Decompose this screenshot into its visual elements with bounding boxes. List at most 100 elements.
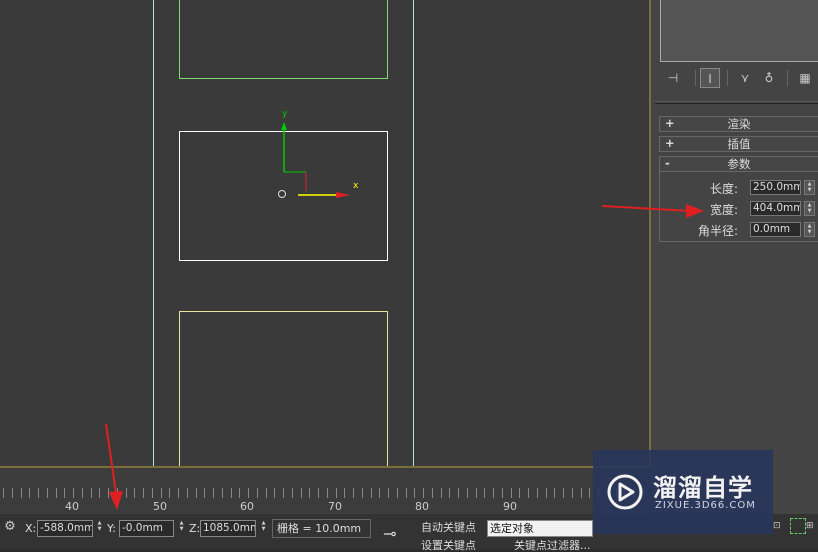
timeline-tick: [187, 488, 188, 498]
y-coord-field[interactable]: -0.0mm: [119, 520, 174, 537]
timeline-tick: [379, 488, 380, 498]
length-label: 长度:: [710, 182, 739, 196]
timeline-tick: [134, 488, 135, 498]
timeline-tick: [196, 488, 197, 498]
length-spinner[interactable]: ▲ ▼: [804, 180, 815, 195]
timeline-tick: [204, 488, 205, 498]
timeline-tick: [432, 488, 433, 498]
tick-label: 60: [240, 500, 254, 513]
pin-stack-icon[interactable]: ⊣: [663, 68, 683, 88]
timeline-tick: [117, 488, 118, 498]
timeline-tick: [502, 488, 503, 498]
timeline-tick: [528, 488, 529, 498]
gizmo-x-label: x: [353, 181, 359, 191]
make-unique-icon[interactable]: ⋎: [735, 68, 755, 88]
rollout-rendering[interactable]: + 渲染: [659, 116, 818, 132]
timeline-tick: [493, 488, 494, 498]
y-coord-label: Y:: [107, 522, 116, 535]
timeline-tick: [572, 488, 573, 498]
timeline-tick: [467, 488, 468, 498]
x-coord-label: X:: [25, 522, 37, 535]
timeline-tick: [423, 488, 424, 498]
timeline-tick: [458, 488, 459, 498]
z-coord-field[interactable]: 1085.0mm: [200, 520, 256, 537]
timeline-tick: [143, 488, 144, 498]
timeline-tick: [519, 488, 520, 498]
timeline-tick: [344, 488, 345, 498]
timeline-tick: [56, 488, 57, 498]
timeline-tick: [414, 488, 415, 498]
timeline-tick: [336, 488, 337, 498]
rollout-parameters[interactable]: - 参数: [659, 156, 818, 172]
timeline-tick: [309, 488, 310, 498]
timeline-tick: [222, 488, 223, 498]
panel-divider-shadow: [655, 103, 818, 104]
set-key-button[interactable]: 设置关键点: [418, 540, 484, 552]
rollout-title: 参数: [727, 157, 751, 171]
timeline-tick: [248, 488, 249, 498]
width-field[interactable]: 404.0mm: [750, 201, 801, 216]
timeline-tick: [64, 488, 65, 498]
timeline-tick: [21, 488, 22, 498]
timeline-tick: [231, 488, 232, 498]
timeline-tick: [82, 488, 83, 498]
corner-radius-field[interactable]: 0.0mm: [750, 222, 801, 237]
timeline-tick: [257, 488, 258, 498]
zoom-extents-all-icon[interactable]: [790, 518, 806, 534]
absolute-mode-transform-icon[interactable]: ⚙: [2, 519, 18, 535]
timeline-tick: [99, 488, 100, 498]
timeline-tick: [581, 488, 582, 498]
timeline-tick: [511, 488, 512, 498]
timeline-tick: [449, 488, 450, 498]
timeline-tick: [161, 488, 162, 498]
timeline-tick: [239, 488, 240, 498]
transform-gizmo[interactable]: [0, 0, 651, 468]
timeline-tick: [29, 488, 30, 498]
rollout-title: 插值: [727, 137, 751, 151]
watermark-url: ZIXUE.3D66.COM: [655, 500, 756, 511]
timeline-tick: [327, 488, 328, 498]
perspective-viewport[interactable]: y x: [0, 0, 651, 468]
timeline-tick: [563, 488, 564, 498]
selection-set-dropdown[interactable]: 选定对象: [487, 520, 593, 537]
timeline-tick: [152, 488, 153, 498]
key-filters-button[interactable]: 关键点过滤器...: [510, 540, 590, 552]
tick-label: 90: [503, 500, 517, 513]
length-field[interactable]: 250.0mm: [750, 180, 801, 195]
play-logo-icon: [607, 474, 643, 510]
timeline-tick: [537, 488, 538, 498]
configure-sets-icon[interactable]: ▦: [795, 68, 815, 88]
x-coord-spinner[interactable]: ▲ ▼: [95, 520, 104, 537]
rollout-interpolation[interactable]: + 插值: [659, 136, 818, 152]
width-spinner[interactable]: ▲ ▼: [804, 201, 815, 216]
timeline-tick: [301, 488, 302, 498]
z-coord-label: Z:: [189, 522, 201, 535]
rollout-title: 渲染: [727, 117, 751, 131]
corner-radius-spinner[interactable]: ▲ ▼: [804, 222, 815, 237]
viewport-nav-icon[interactable]: ⊞: [806, 520, 818, 533]
y-coord-spinner[interactable]: ▲ ▼: [177, 520, 186, 537]
x-coord-field[interactable]: -588.0mm: [37, 520, 93, 537]
timeline-tick: [108, 488, 109, 498]
timeline-tick: [274, 488, 275, 498]
show-end-result-icon[interactable]: I: [700, 68, 720, 88]
timeline-tick: [546, 488, 547, 498]
timeline-tick: [12, 488, 13, 498]
remove-modifier-icon[interactable]: ♁: [759, 68, 779, 88]
width-label: 宽度:: [710, 203, 739, 217]
tick-label: 70: [328, 500, 342, 513]
timeline-tick: [266, 488, 267, 498]
timeline-tick: [91, 488, 92, 498]
timeline-tick: [178, 488, 179, 498]
timeline-tick: [292, 488, 293, 498]
timeline-tick: [283, 488, 284, 498]
timeline-tick: [406, 488, 407, 498]
timeline-tick: [318, 488, 319, 498]
timeline-tick: [126, 488, 127, 498]
z-coord-spinner[interactable]: ▲ ▼: [259, 520, 268, 537]
set-key-mode-icon[interactable]: ⊸: [383, 524, 396, 543]
timeline-tick: [213, 488, 214, 498]
auto-key-button[interactable]: 自动关键点: [418, 519, 484, 538]
zoom-extents-icon[interactable]: ⊡: [773, 520, 786, 533]
timeline-ruler[interactable]: 40 50 60 70 80 90: [0, 468, 651, 514]
